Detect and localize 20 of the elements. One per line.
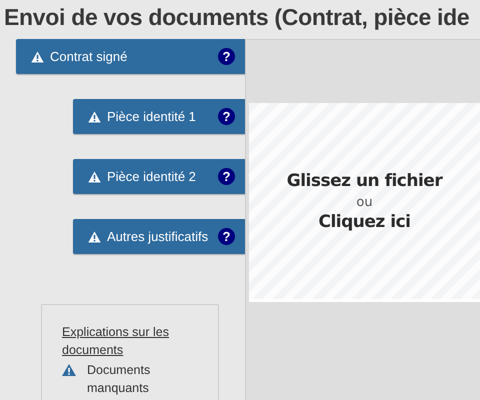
- legend-label: Documents manquants: [87, 362, 152, 397]
- warning-icon: [31, 50, 44, 62]
- help-icon[interactable]: ?: [218, 168, 235, 185]
- warning-icon: [88, 170, 101, 182]
- explanations-link[interactable]: Explications sur les documents: [62, 323, 208, 359]
- document-tab[interactable]: Autres justificatifs ?: [73, 219, 245, 254]
- warning-icon: [88, 110, 101, 122]
- separator-text: ou: [356, 194, 373, 210]
- click-prompt: Cliquez ici: [318, 212, 410, 232]
- warning-icon: [88, 230, 101, 242]
- document-tab[interactable]: Pièce identité 2 ?: [73, 159, 245, 194]
- document-tab[interactable]: Contrat signé ?: [16, 39, 245, 74]
- dropzone-title: Glissez un fichier: [286, 170, 442, 190]
- dropzone[interactable]: Glissez un fichier ou Cliquez ici: [249, 103, 480, 302]
- help-icon[interactable]: ?: [218, 228, 235, 245]
- warning-icon: [62, 364, 76, 376]
- page-title: Envoi de vos documents (Contrat, pièce ide: [3, 3, 470, 32]
- help-icon[interactable]: ?: [218, 108, 235, 125]
- help-icon[interactable]: ?: [218, 48, 235, 65]
- document-tab[interactable]: Pièce identité 1 ?: [73, 99, 245, 134]
